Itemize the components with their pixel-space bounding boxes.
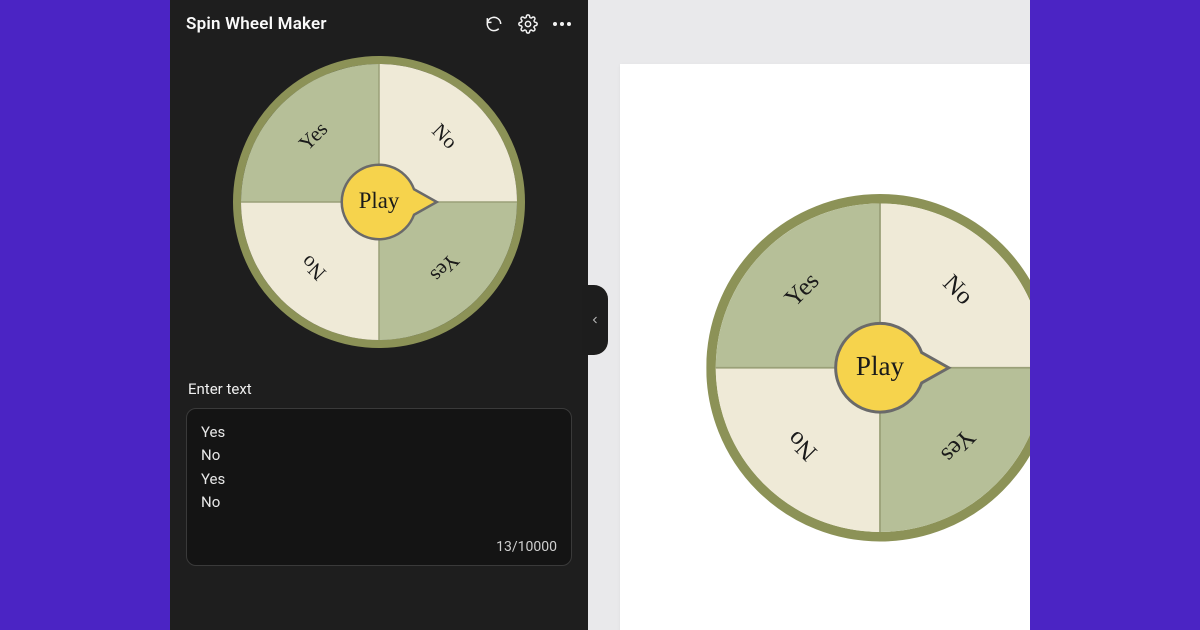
collapse-handle[interactable] — [582, 285, 608, 355]
entries-textarea[interactable]: Yes No Yes No 13/10000 — [186, 408, 572, 566]
play-label: Play — [856, 351, 905, 381]
spin-wheel-editor[interactable]: NoYesNoYesPlay — [233, 56, 525, 348]
panel-actions — [484, 14, 572, 34]
play-label: Play — [359, 188, 400, 213]
app-window: Spin Wheel Maker NoYesNoYesPlay Enter te — [170, 0, 1030, 630]
panel-header: Spin Wheel Maker — [186, 14, 572, 34]
side-panel: Spin Wheel Maker NoYesNoYesPlay Enter te — [170, 0, 588, 630]
spin-wheel-canvas[interactable]: NoYesNoYesPlay — [706, 194, 1030, 541]
canvas-area[interactable]: NoYesNoYesPlay — [588, 0, 1030, 630]
gear-icon[interactable] — [518, 14, 538, 34]
wheel-editor: NoYesNoYesPlay — [186, 52, 572, 372]
chevron-left-icon — [589, 314, 601, 326]
reset-icon[interactable] — [484, 14, 504, 34]
more-icon[interactable] — [552, 14, 572, 34]
enter-text-label: Enter text — [188, 380, 570, 398]
panel-title: Spin Wheel Maker — [186, 14, 327, 34]
canvas-page[interactable]: NoYesNoYesPlay — [620, 64, 1030, 630]
char-counter: 13/10000 — [201, 531, 557, 559]
app-frame: Spin Wheel Maker NoYesNoYesPlay Enter te — [0, 0, 1200, 630]
entries-value: Yes No Yes No — [201, 421, 557, 514]
